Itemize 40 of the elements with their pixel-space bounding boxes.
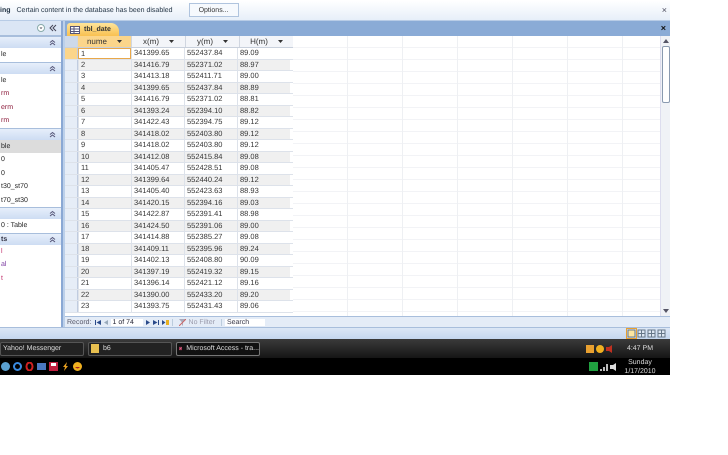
dropdown-icon[interactable] (37, 24, 45, 32)
column-header[interactable]: y(m) (185, 36, 239, 47)
next-record-icon[interactable] (146, 320, 150, 325)
close-button[interactable]: × (660, 24, 666, 33)
chevron-icon[interactable] (49, 210, 56, 217)
new-record-icon[interactable] (162, 320, 169, 325)
desktop-icon[interactable] (37, 362, 46, 371)
previous-record-icon[interactable] (104, 320, 108, 325)
column-header[interactable]: x(m) (131, 36, 185, 47)
folder-icon (91, 344, 99, 353)
last-record-icon[interactable] (152, 320, 159, 325)
filter-icon (178, 319, 186, 326)
chevron-icon[interactable] (49, 64, 56, 72)
view-icon[interactable] (627, 329, 636, 338)
dropdown-icon[interactable] (117, 40, 122, 43)
view-icon[interactable] (657, 329, 666, 338)
collapse-icon[interactable] (49, 24, 57, 32)
scroll-up-icon[interactable] (662, 39, 668, 43)
lightning-icon[interactable] (61, 362, 70, 371)
browser-icon[interactable] (13, 362, 22, 371)
scrollbar-thumb[interactable] (662, 46, 670, 103)
scroll-down-icon[interactable] (662, 309, 668, 313)
chevron-icon[interactable] (49, 130, 56, 138)
tray-icon[interactable] (586, 344, 594, 352)
chevron-icon[interactable] (49, 39, 56, 46)
table-icon (70, 26, 80, 34)
vertical-scrollbar[interactable] (660, 36, 670, 316)
view-icon[interactable] (647, 329, 656, 338)
speaker-icon[interactable] (610, 362, 618, 370)
column-header[interactable]: H(m) (239, 36, 293, 47)
chevron-icon[interactable] (49, 236, 56, 242)
close-button[interactable]: × (662, 6, 667, 14)
first-record-icon[interactable] (94, 320, 101, 325)
dropdown-icon[interactable] (223, 40, 228, 43)
dropdown-icon[interactable] (278, 40, 283, 43)
signal-icon[interactable] (600, 362, 608, 370)
view-icon[interactable] (637, 329, 646, 338)
column-header[interactable]: nume (77, 36, 131, 47)
select-all-cell[interactable] (65, 36, 77, 47)
dropdown-icon[interactable] (169, 40, 174, 43)
